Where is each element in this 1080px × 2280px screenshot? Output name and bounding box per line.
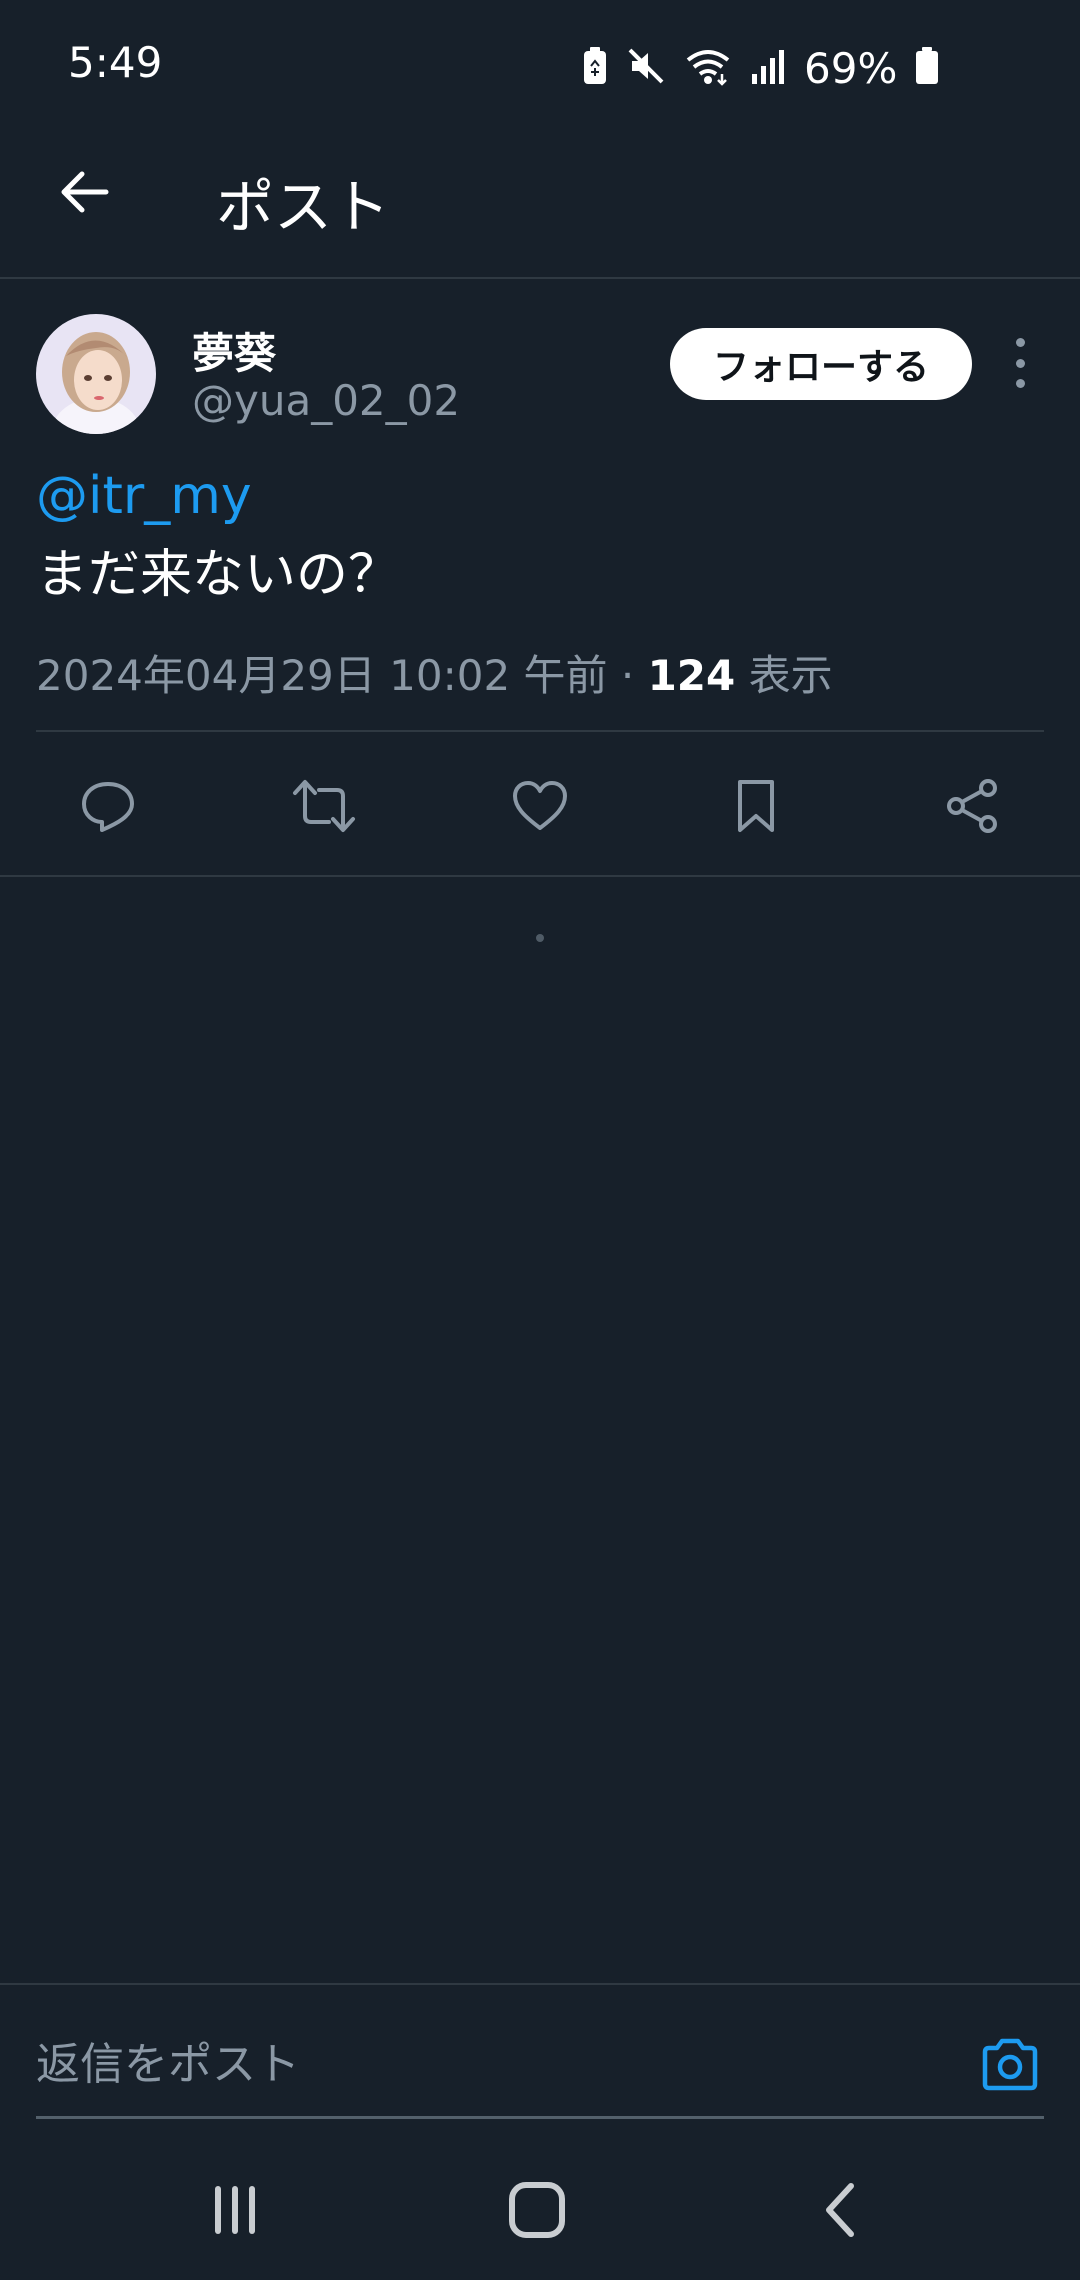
mute-icon — [626, 46, 666, 90]
author-name[interactable]: 夢葵 — [192, 320, 276, 381]
recent-apps-button[interactable] — [190, 2170, 280, 2250]
post-meta: 2024年04月29日 10:02 午前 · 124 表示 — [36, 642, 833, 703]
status-time: 5:49 — [68, 38, 163, 87]
status-icons: 69% — [582, 40, 939, 96]
recent-apps-icon — [215, 2186, 255, 2234]
wifi-icon — [684, 46, 732, 90]
reply-underline — [36, 2116, 1044, 2119]
bookmark-icon — [738, 780, 774, 832]
post-text: まだ来ないの？ — [36, 545, 401, 605]
header-divider — [0, 277, 1080, 279]
page-title: ポスト — [216, 173, 391, 241]
avatar[interactable] — [36, 314, 156, 434]
battery-icon — [915, 46, 939, 90]
camera-button[interactable] — [974, 2028, 1046, 2100]
actions-divider — [0, 875, 1080, 877]
reply-bar-divider — [0, 1983, 1080, 1985]
home-button[interactable] — [492, 2170, 582, 2250]
views-count[interactable]: 124 — [648, 651, 736, 700]
loading-indicator — [536, 934, 544, 942]
share-icon — [947, 779, 997, 833]
camera-icon — [982, 2038, 1038, 2091]
battery-saver-icon — [582, 46, 608, 90]
like-icon — [513, 781, 567, 830]
repost-button[interactable] — [284, 766, 364, 846]
more-options-button[interactable] — [1000, 338, 1040, 388]
mention-link[interactable]: @itr_my — [36, 466, 252, 526]
share-button[interactable] — [932, 766, 1012, 846]
views-label: 表示 — [735, 651, 833, 700]
signal-icon — [750, 46, 786, 90]
meta-divider — [36, 730, 1044, 732]
bookmark-button[interactable] — [716, 766, 796, 846]
follow-button[interactable]: フォローする — [670, 328, 972, 400]
more-vertical-icon — [1015, 338, 1025, 347]
like-button[interactable] — [500, 766, 580, 846]
post-datetime: 2024年04月29日 10:02 午前 · — [36, 651, 648, 700]
arrow-left-icon — [61, 171, 109, 213]
home-icon — [509, 2182, 565, 2238]
battery-percent: 69% — [804, 43, 898, 93]
repost-icon — [293, 780, 355, 832]
system-back-button[interactable] — [796, 2170, 886, 2250]
back-icon — [826, 2183, 854, 2237]
back-button[interactable] — [48, 156, 120, 228]
reply-icon — [82, 782, 134, 832]
author-handle[interactable]: @yua_02_02 — [192, 376, 460, 425]
reply-button[interactable] — [68, 766, 148, 846]
reply-input[interactable] — [36, 2024, 936, 2104]
